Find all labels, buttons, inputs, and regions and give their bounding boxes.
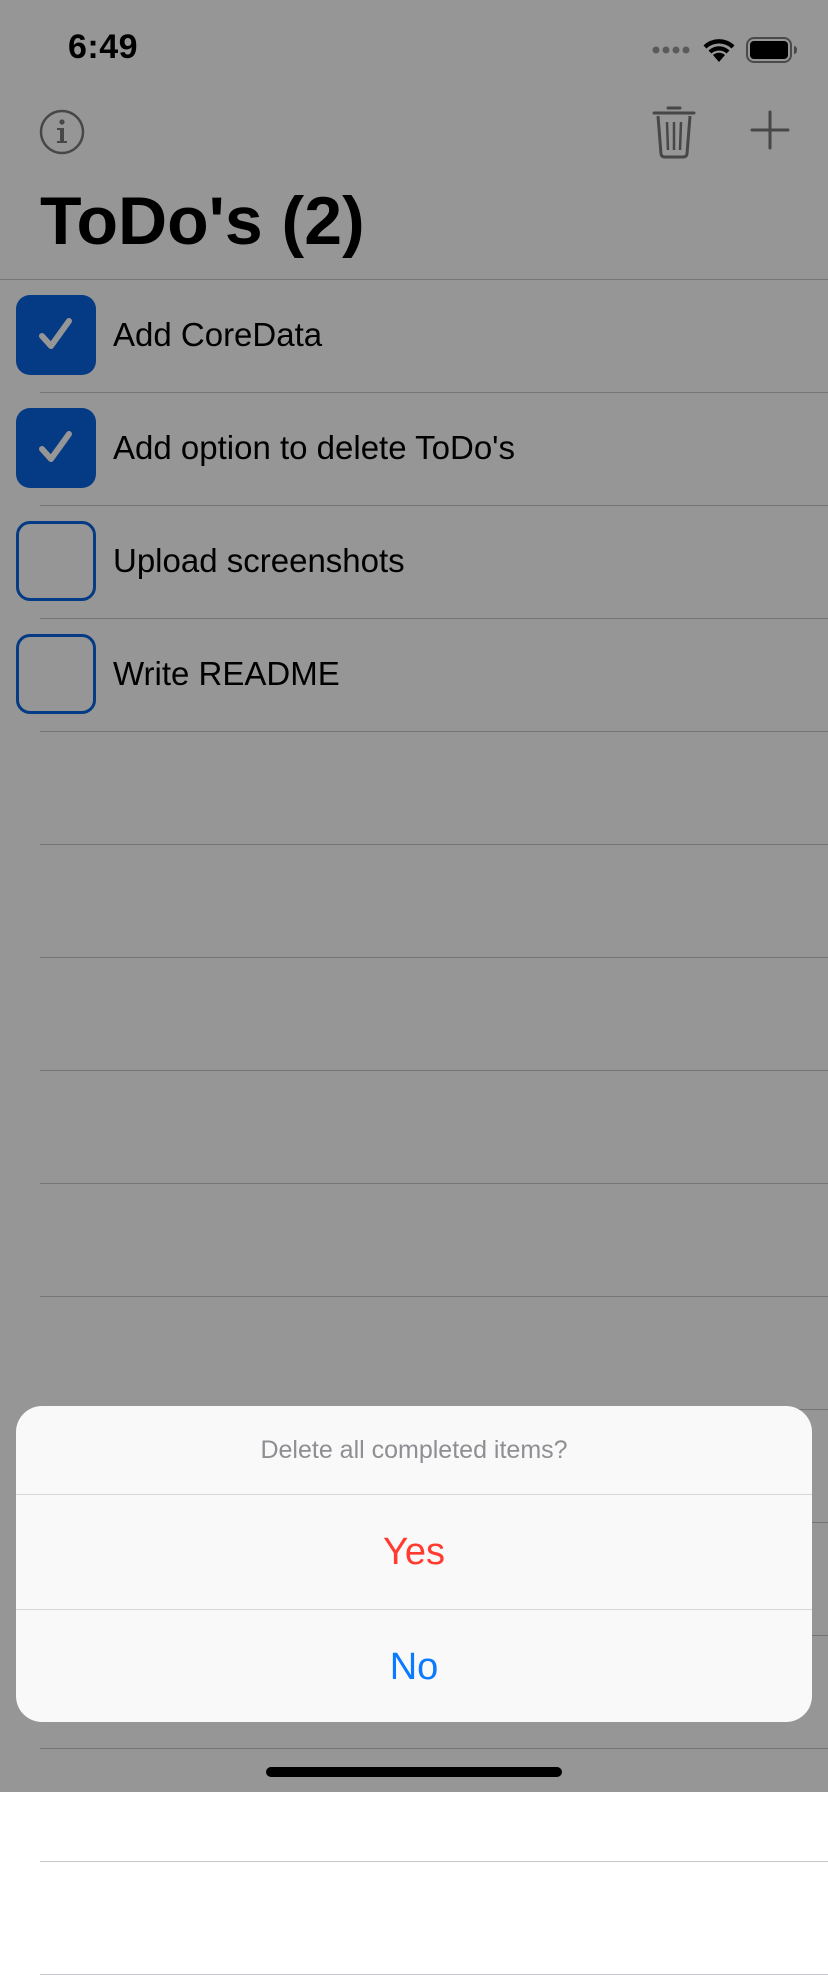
home-indicator[interactable] <box>266 1767 562 1777</box>
action-sheet-title: Delete all completed items? <box>16 1406 812 1495</box>
todo-screen: 6:49 ToDo's (2) Add CoreData Add option … <box>0 0 828 1975</box>
no-button[interactable]: No <box>16 1610 812 1722</box>
yes-button[interactable]: Yes <box>16 1495 812 1610</box>
empty-row <box>0 1862 828 1975</box>
action-sheet: Delete all completed items? Yes No <box>16 1406 812 1722</box>
